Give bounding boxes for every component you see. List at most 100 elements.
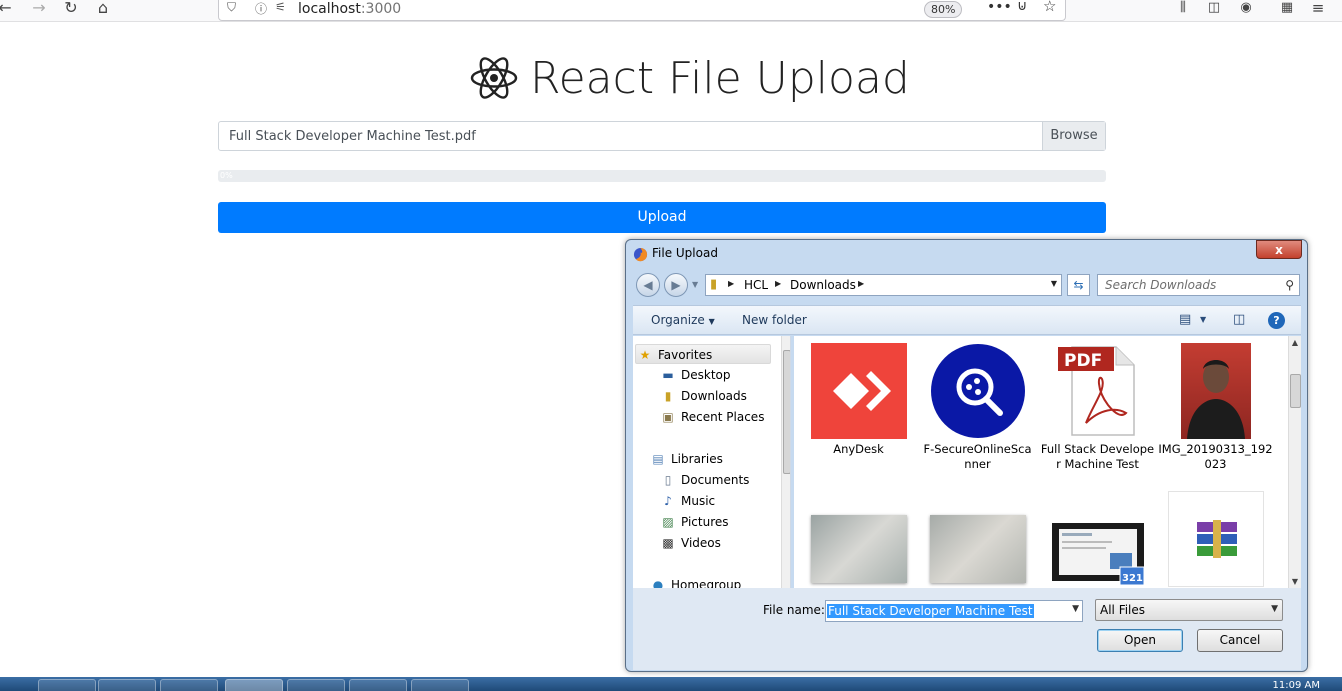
reload-icon[interactable]: ↻ xyxy=(60,0,82,18)
nav-libraries[interactable]: ▤ Libraries xyxy=(649,449,723,469)
file-list-scrollbar-thumb[interactable] xyxy=(1290,374,1301,408)
taskbar-firefox-icon[interactable] xyxy=(225,679,283,691)
documents-icon: ▯ xyxy=(664,473,672,487)
account-icon[interactable]: ◉ xyxy=(1235,0,1257,18)
new-folder-button[interactable]: New folder xyxy=(742,313,807,327)
file-name: IMG_20190313_192023 xyxy=(1158,442,1273,471)
photo-thumbnail xyxy=(1180,343,1251,439)
pdf-file-icon: PDF xyxy=(1050,343,1146,439)
scroll-down-icon[interactable]: ▼ xyxy=(1289,577,1301,586)
open-button[interactable]: Open xyxy=(1097,629,1183,652)
file-item[interactable] xyxy=(920,491,1035,586)
nav-pictures[interactable]: ▨ Pictures xyxy=(659,512,728,532)
refresh-icon[interactable]: ⇆ xyxy=(1067,274,1090,296)
pocket-icon[interactable]: ⊍ xyxy=(1017,0,1027,14)
file-item[interactable]: F-SecureOnlineScanner xyxy=(920,343,1035,472)
site-info-icon[interactable]: ⓘ xyxy=(255,0,267,17)
nav-homegroup-label: Homegroup xyxy=(671,578,742,588)
chevron-down-icon: ▼ xyxy=(1271,604,1278,614)
nav-videos-label: Videos xyxy=(681,536,721,550)
help-icon[interactable]: ? xyxy=(1268,312,1285,329)
bookmark-star-icon[interactable]: ☆ xyxy=(1043,0,1056,15)
back-icon[interactable]: ← xyxy=(0,0,16,18)
url-bar[interactable]: ⛉ ⓘ ⚟ localhost:3000 80% ••• ⊍ ☆ xyxy=(218,0,1066,21)
upload-progress-bar: 0% xyxy=(218,170,1106,182)
search-icon[interactable]: ⚲ xyxy=(1285,278,1294,292)
back-nav-button[interactable]: ◀ xyxy=(636,273,660,297)
file-list-scrollbar[interactable]: ▲ ▼ xyxy=(1288,336,1301,588)
nav-recent-places[interactable]: ▣ Recent Places xyxy=(659,407,764,427)
anydesk-icon xyxy=(810,343,907,439)
nav-favorites[interactable]: ★ Favorites xyxy=(635,344,771,364)
file-item[interactable]: AnyDesk xyxy=(801,343,916,457)
forward-icon[interactable]: → xyxy=(28,0,50,18)
page-actions-icon[interactable]: ••• xyxy=(987,0,1012,15)
music-icon: ♪ xyxy=(664,494,672,508)
nav-videos[interactable]: ▩ Videos xyxy=(659,533,721,553)
taskbar-vscode-icon[interactable] xyxy=(411,679,469,691)
nav-homegroup[interactable]: ● Homegroup xyxy=(649,575,742,588)
recent-places-icon: ▣ xyxy=(662,410,674,424)
navigation-pane: ★ Favorites ▬ Desktop ▮ Downloads ▣ Recent P… xyxy=(633,336,791,588)
file-type-select[interactable]: All Files ▼ xyxy=(1095,599,1283,621)
menu-icon[interactable]: ≡ xyxy=(1307,0,1329,18)
organize-menu[interactable]: Organize ▼ xyxy=(651,313,715,327)
url-text[interactable]: localhost:3000 xyxy=(298,1,401,17)
recent-locations-icon[interactable]: ▼ xyxy=(692,280,698,289)
file-name: Full Stack Developer Machine Test xyxy=(1040,442,1155,471)
forward-nav-button[interactable]: ▶ xyxy=(664,273,688,297)
dialog-close-button[interactable]: x xyxy=(1256,240,1302,259)
file-item[interactable]: 321 xyxy=(1040,491,1155,588)
library-icon[interactable]: ⫼ xyxy=(1172,0,1194,18)
nav-music[interactable]: ♪ Music xyxy=(659,491,715,511)
cancel-button[interactable]: Cancel xyxy=(1197,629,1283,652)
breadcrumb-separator-icon[interactable]: ▶ xyxy=(858,279,864,288)
nav-libraries-label: Libraries xyxy=(671,452,723,466)
file-name-field[interactable]: Full Stack Developer Machine Test ▼ xyxy=(825,600,1083,622)
upload-button[interactable]: Upload xyxy=(218,202,1106,233)
nav-scrollbar[interactable] xyxy=(781,336,790,588)
taskbar-notepad-icon[interactable] xyxy=(287,679,345,691)
nav-scrollbar-thumb[interactable] xyxy=(783,350,790,474)
file-name-value: Full Stack Developer Machine Test xyxy=(827,604,1034,618)
file-list: AnyDesk F-SecureOnlineScanner PDF Full S… xyxy=(794,336,1301,588)
file-item[interactable] xyxy=(801,491,916,586)
tracking-shield-icon[interactable]: ⛉ xyxy=(227,0,236,15)
zoom-indicator[interactable]: 80% xyxy=(924,1,963,18)
address-bar[interactable]: ▮ ▶ HCL ▶ Downloads ▶ ▼ xyxy=(705,274,1062,296)
preview-pane-icon[interactable]: ◫ xyxy=(1233,312,1245,327)
nav-downloads[interactable]: ▮ Downloads xyxy=(659,386,747,406)
breadcrumb-downloads[interactable]: Downloads xyxy=(790,278,856,292)
view-dropdown-icon[interactable]: ▼ xyxy=(1200,315,1206,324)
libraries-icon: ▤ xyxy=(652,452,664,466)
nav-documents[interactable]: ▯ Documents xyxy=(659,470,750,490)
file-input[interactable]: Full Stack Developer Machine Test.pdf Br… xyxy=(218,121,1106,151)
breadcrumb-separator-icon[interactable]: ▶ xyxy=(775,279,781,288)
address-dropdown-icon[interactable]: ▼ xyxy=(1051,279,1057,288)
home-icon[interactable]: ⌂ xyxy=(92,0,114,18)
desktop-icon: ▬ xyxy=(662,368,674,382)
taskbar-ie-icon[interactable] xyxy=(98,679,156,691)
document-photo-thumbnail xyxy=(810,515,907,583)
nav-recent-places-label: Recent Places xyxy=(681,410,765,424)
change-view-icon[interactable]: ▤ xyxy=(1179,312,1191,327)
homegroup-icon: ● xyxy=(652,578,664,588)
browse-button[interactable]: Browse xyxy=(1042,122,1105,150)
chevron-down-icon[interactable]: ▼ xyxy=(1072,604,1079,614)
scroll-up-icon[interactable]: ▲ xyxy=(1289,338,1301,347)
taskbar-chrome-icon[interactable] xyxy=(349,679,407,691)
taskbar-explorer-icon[interactable] xyxy=(38,679,96,691)
nav-desktop[interactable]: ▬ Desktop xyxy=(659,365,730,385)
file-item[interactable]: IMG_20190313_192023 xyxy=(1158,343,1273,472)
search-input[interactable]: Search Downloads ⚲ xyxy=(1097,274,1300,296)
extensions-icon[interactable]: ▦ xyxy=(1276,0,1298,18)
winrar-archive-icon xyxy=(1167,491,1264,587)
sidebar-icon[interactable]: ◫ xyxy=(1203,0,1225,18)
permissions-icon[interactable]: ⚟ xyxy=(275,0,286,14)
file-item[interactable] xyxy=(1158,491,1273,588)
file-item[interactable]: PDF Full Stack Developer Machine Test xyxy=(1040,343,1155,472)
star-icon: ★ xyxy=(639,348,651,362)
taskbar-app-icon[interactable] xyxy=(160,679,218,691)
file-input-value: Full Stack Developer Machine Test.pdf xyxy=(229,129,476,144)
breadcrumb-hcl[interactable]: HCL xyxy=(744,278,768,292)
